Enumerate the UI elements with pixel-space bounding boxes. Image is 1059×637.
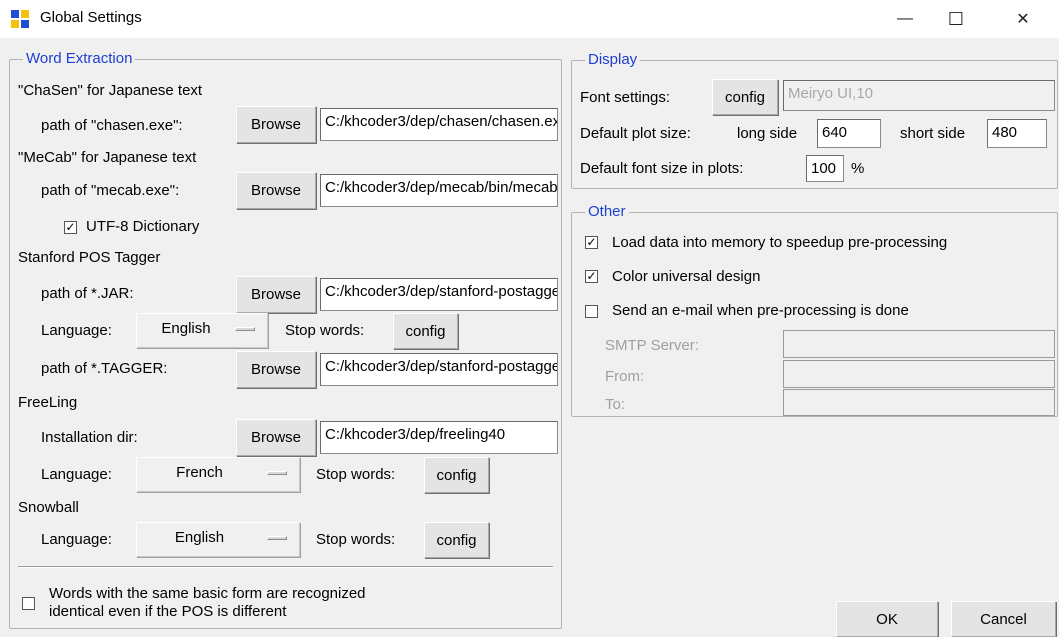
font-config-button[interactable]: config	[712, 79, 778, 115]
smtp-server-field	[783, 330, 1055, 358]
font-settings-label: Font settings:	[580, 89, 671, 106]
snowball-language-select[interactable]: English	[136, 522, 300, 557]
stanford-tagger-field[interactable]: C:/khcoder3/dep/stanford-postagger/model…	[320, 353, 558, 386]
stanford-jar-label: path of *.JAR:	[41, 285, 134, 302]
snowball-language-label: Language:	[41, 531, 112, 548]
short-side-label: short side	[900, 125, 966, 142]
chasen-heading: "ChaSen" for Japanese text	[18, 82, 203, 99]
smtp-server-label: SMTP Server:	[605, 337, 699, 354]
display-legend: Display	[585, 51, 641, 68]
mecab-browse-button[interactable]: Browse	[236, 172, 316, 209]
same-basic-form-checkbox[interactable]	[22, 597, 35, 610]
plot-font-unit: %	[851, 160, 865, 177]
chasen-path-field[interactable]: C:/khcoder3/dep/chasen/chasen.exe	[320, 108, 558, 141]
snowball-stop-words-label: Stop words:	[316, 531, 396, 548]
to-label: To:	[605, 396, 626, 413]
stanford-jar-field[interactable]: C:/khcoder3/dep/stanford-postagger	[320, 278, 558, 311]
color-universal-checkbox[interactable]: ✓	[585, 270, 598, 283]
app-icon-square	[21, 20, 29, 28]
ok-button[interactable]: OK	[836, 601, 938, 637]
app-icon-square	[21, 10, 29, 18]
same-basic-form-label-line2: identical even if the POS is different	[49, 603, 287, 620]
load-memory-label: Load data into memory to speedup pre-pro…	[612, 234, 948, 251]
freeling-heading: FreeLing	[18, 394, 78, 411]
same-basic-form-label-line1: Words with the same basic form are recog…	[49, 585, 366, 602]
mecab-path-label: path of "mecab.exe":	[41, 182, 180, 199]
long-side-label: long side	[737, 125, 798, 142]
maximize-icon: ☐	[947, 8, 965, 29]
minimize-button[interactable]: —	[882, 0, 928, 38]
menu-indicator-icon	[267, 471, 287, 475]
stanford-language-select[interactable]: English	[136, 313, 268, 348]
app-icon-square	[11, 20, 19, 28]
stanford-jar-browse-button[interactable]: Browse	[236, 276, 316, 313]
close-button[interactable]: ✕	[1000, 0, 1046, 38]
app-icon	[11, 10, 29, 28]
stanford-tagger-label: path of *.TAGGER:	[41, 360, 168, 377]
snowball-stop-words-config-button[interactable]: config	[424, 522, 489, 558]
cancel-button[interactable]: Cancel	[951, 601, 1056, 637]
long-side-field[interactable]: 640	[817, 119, 881, 148]
other-legend: Other	[585, 203, 629, 220]
stanford-stop-words-label: Stop words:	[285, 322, 365, 339]
short-side-field[interactable]: 480	[987, 119, 1047, 148]
utf8-dictionary-label: UTF-8 Dictionary	[86, 218, 200, 235]
to-field	[783, 389, 1055, 416]
menu-indicator-icon	[235, 327, 255, 331]
window-title: Global Settings	[40, 9, 142, 26]
stanford-language-label: Language:	[41, 322, 112, 339]
close-icon: ✕	[1016, 11, 1030, 28]
from-field	[783, 360, 1055, 388]
freeling-language-label: Language:	[41, 466, 112, 483]
chasen-path-label: path of "chasen.exe":	[41, 117, 183, 134]
stanford-language-value: English	[161, 320, 211, 337]
separator	[18, 566, 553, 568]
snowball-language-value: English	[174, 529, 225, 546]
plot-font-size-label: Default font size in plots:	[580, 160, 744, 177]
freeling-language-select[interactable]: French	[136, 457, 300, 492]
from-label: From:	[605, 368, 645, 385]
color-universal-label: Color universal design	[612, 268, 761, 285]
freeling-dir-label: Installation dir:	[41, 429, 138, 446]
title-bar: Global Settings — ☐ ✕	[0, 0, 1059, 38]
snowball-heading: Snowball	[18, 499, 79, 516]
mecab-path-field[interactable]: C:/khcoder3/dep/mecab/bin/mecab.exe	[320, 174, 558, 207]
freeling-stop-words-label: Stop words:	[316, 466, 396, 483]
stanford-tagger-browse-button[interactable]: Browse	[236, 351, 316, 388]
freeling-browse-button[interactable]: Browse	[236, 419, 316, 456]
freeling-dir-field[interactable]: C:/khcoder3/dep/freeling40	[320, 421, 558, 454]
app-icon-square	[11, 10, 19, 18]
load-memory-checkbox[interactable]: ✓	[585, 236, 598, 249]
plot-size-label: Default plot size:	[580, 125, 691, 142]
send-email-label: Send an e-mail when pre-processing is do…	[612, 302, 909, 319]
chasen-browse-button[interactable]: Browse	[236, 106, 316, 143]
minimize-icon: —	[897, 10, 913, 27]
font-value-field: Meiryo UI,10	[783, 80, 1055, 111]
mecab-heading: "MeCab" for Japanese text	[18, 149, 197, 166]
word-extraction-legend: Word Extraction	[23, 50, 136, 67]
send-email-checkbox[interactable]	[585, 305, 598, 318]
maximize-button[interactable]: ☐	[933, 0, 979, 38]
stanford-stop-words-config-button[interactable]: config	[393, 313, 458, 349]
freeling-language-value: French	[176, 464, 223, 481]
freeling-stop-words-config-button[interactable]: config	[424, 457, 489, 493]
plot-font-size-field[interactable]: 100	[806, 155, 844, 182]
menu-indicator-icon	[267, 536, 287, 540]
utf8-dictionary-checkbox[interactable]: ✓	[64, 221, 77, 234]
stanford-heading: Stanford POS Tagger	[18, 249, 161, 266]
